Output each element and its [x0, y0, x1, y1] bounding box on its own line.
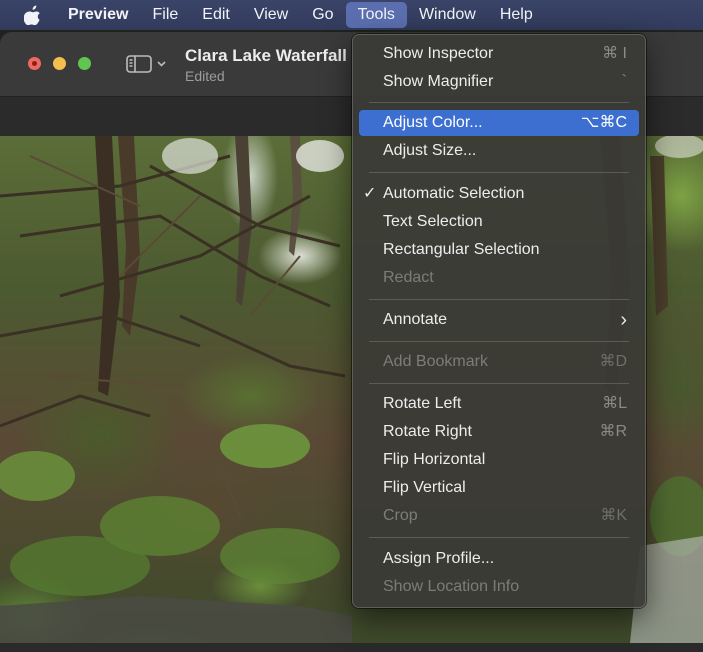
- close-button[interactable]: [28, 57, 41, 70]
- menu-edit[interactable]: Edit: [190, 0, 242, 30]
- menu-item-automatic-selection[interactable]: ✓ Automatic Selection: [359, 181, 639, 207]
- menu-item-crop: Crop ⌘K: [359, 503, 639, 529]
- menu-item-redact: Redact: [383, 269, 434, 286]
- menu-tools[interactable]: Tools: [345, 2, 407, 28]
- menu-view[interactable]: View: [242, 0, 300, 30]
- menu-item-rotate-left[interactable]: Rotate Left ⌘L: [359, 391, 639, 417]
- menu-help[interactable]: Help: [488, 0, 545, 30]
- menu-item-rotate-right[interactable]: Rotate Right ⌘R: [359, 419, 639, 445]
- menu-item-show-magnifier[interactable]: Show Magnifier `: [359, 69, 639, 95]
- shortcut-label: ⌘D: [599, 353, 627, 370]
- menu-item-rectangular-selection[interactable]: Rectangular Selection: [359, 237, 639, 263]
- shortcut-label: ⌘R: [599, 423, 627, 440]
- menu-separator: [369, 383, 629, 384]
- menu-separator: [369, 102, 629, 103]
- shortcut-label: `: [621, 73, 627, 90]
- menu-go[interactable]: Go: [300, 0, 345, 30]
- menu-item-add-bookmark: Add Bookmark ⌘D: [359, 349, 639, 375]
- minimize-button[interactable]: [53, 57, 66, 70]
- apple-icon[interactable]: [20, 0, 46, 30]
- zoom-button[interactable]: [78, 57, 91, 70]
- menu-item-text-selection[interactable]: Text Selection: [359, 209, 639, 235]
- shortcut-label: ⌘K: [600, 507, 627, 524]
- document-status: Edited: [185, 68, 225, 84]
- menu-item-flip-vertical[interactable]: Flip Vertical: [359, 475, 639, 501]
- menu-separator: [369, 341, 629, 342]
- menu-window[interactable]: Window: [407, 0, 488, 30]
- menu-file[interactable]: File: [140, 0, 190, 30]
- menu-item-annotate[interactable]: Annotate ›: [359, 307, 639, 333]
- menu-item-flip-horizontal[interactable]: Flip Horizontal: [359, 447, 639, 473]
- sidebar-toggle-icon: [126, 55, 166, 73]
- menu-separator: [369, 299, 629, 300]
- menu-item-show-location-info: Show Location Info: [383, 578, 520, 595]
- menu-item-assign-profile[interactable]: Assign Profile...: [359, 546, 639, 572]
- menu-item-show-inspector[interactable]: Show Inspector ⌘ I: [359, 41, 639, 67]
- shortcut-label: ⌘ I: [602, 45, 627, 62]
- menu-item-adjust-size[interactable]: Adjust Size...: [359, 138, 639, 164]
- chevron-right-icon: ›: [620, 309, 627, 331]
- menu-separator: [369, 172, 629, 173]
- document-title: Clara Lake Waterfall: [185, 46, 347, 65]
- menu-preview[interactable]: Preview: [62, 0, 140, 30]
- menu-item-adjust-color[interactable]: Adjust Color... ⌥⌘C: [359, 110, 639, 136]
- sidebar-toggle-button[interactable]: [126, 54, 170, 74]
- shortcut-label: ⌥⌘C: [581, 114, 627, 131]
- menu-separator: [369, 537, 629, 538]
- menu-bar: Preview File Edit View Go Tools Window H…: [0, 0, 703, 30]
- shortcut-label: ⌘L: [602, 395, 627, 412]
- tools-menu: Show Inspector ⌘ I Show Magnifier ` Adju…: [352, 34, 646, 608]
- checkmark-icon: ✓: [363, 185, 377, 202]
- chevron-down-icon: [157, 61, 166, 67]
